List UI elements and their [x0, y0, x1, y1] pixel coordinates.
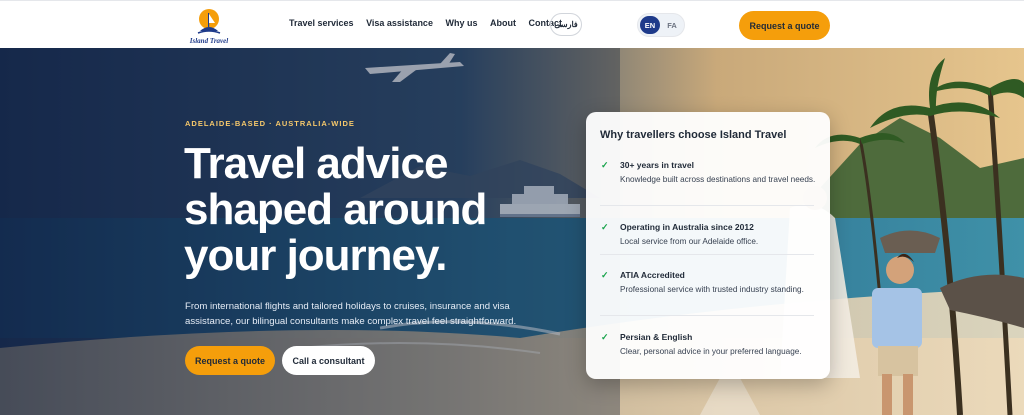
- subtext-line-1: From international flights and tailored …: [185, 301, 510, 312]
- farsi-link[interactable]: فارسی: [550, 13, 582, 36]
- check-icon: ✓: [601, 332, 609, 342]
- divider: [600, 315, 814, 316]
- hero-subtext: From international flights and tailored …: [185, 299, 545, 329]
- card-item-desc: Professional service with trusted indust…: [620, 285, 804, 294]
- divider: [600, 205, 814, 206]
- divider: [600, 254, 814, 255]
- language-toggle: EN FA: [637, 13, 685, 37]
- lang-fa-button[interactable]: FA: [662, 16, 682, 34]
- headline-line-3: your journey.: [184, 231, 447, 280]
- card-title: Why travellers choose Island Travel: [600, 129, 787, 141]
- nav-visa-assistance[interactable]: Visa assistance: [366, 18, 433, 28]
- check-icon: ✓: [601, 222, 609, 232]
- headline-line-1: Travel advice: [184, 139, 448, 188]
- site-header: Island Travel Travel services Visa assis…: [0, 0, 1024, 48]
- logo-text: Island Travel: [189, 37, 229, 45]
- card-item-title: ATIA Accredited: [620, 270, 685, 280]
- nav-why-us[interactable]: Why us: [445, 18, 477, 28]
- call-consultant-button[interactable]: Call a consultant: [282, 346, 375, 375]
- lang-en-button[interactable]: EN: [640, 16, 660, 34]
- headline-line-2: shaped around: [184, 185, 487, 234]
- nav-about[interactable]: About: [490, 18, 516, 28]
- logo[interactable]: Island Travel: [188, 5, 230, 47]
- card-item-desc: Knowledge built across destinations and …: [620, 175, 816, 184]
- hero-headline: Travel advice shaped around your journey…: [184, 141, 564, 279]
- card-item-desc: Clear, personal advice in your preferred…: [620, 347, 802, 356]
- hero-quote-button[interactable]: Request a quote: [185, 346, 275, 375]
- hero-eyebrow: ADELAIDE-BASED · AUSTRALIA-WIDE: [185, 119, 355, 128]
- card-item-desc: Local service from our Adelaide office.: [620, 237, 759, 246]
- card-item-title: Operating in Australia since 2012: [620, 222, 754, 232]
- why-choose-card: Why travellers choose Island Travel ✓ 30…: [586, 112, 830, 379]
- main-nav: Travel services Visa assistance Why us A…: [289, 18, 574, 28]
- card-item-title: Persian & English: [620, 332, 693, 342]
- logo-icon: [197, 9, 221, 34]
- card-item-title: 30+ years in travel: [620, 160, 694, 170]
- hero-section: ADELAIDE-BASED · AUSTRALIA-WIDE Travel a…: [0, 48, 1024, 415]
- nav-travel-services[interactable]: Travel services: [289, 18, 354, 28]
- check-icon: ✓: [601, 270, 609, 280]
- check-icon: ✓: [601, 160, 609, 170]
- subtext-line-2: assistance, our bilingual consultants ma…: [185, 316, 517, 327]
- header-quote-button[interactable]: Request a quote: [739, 11, 830, 40]
